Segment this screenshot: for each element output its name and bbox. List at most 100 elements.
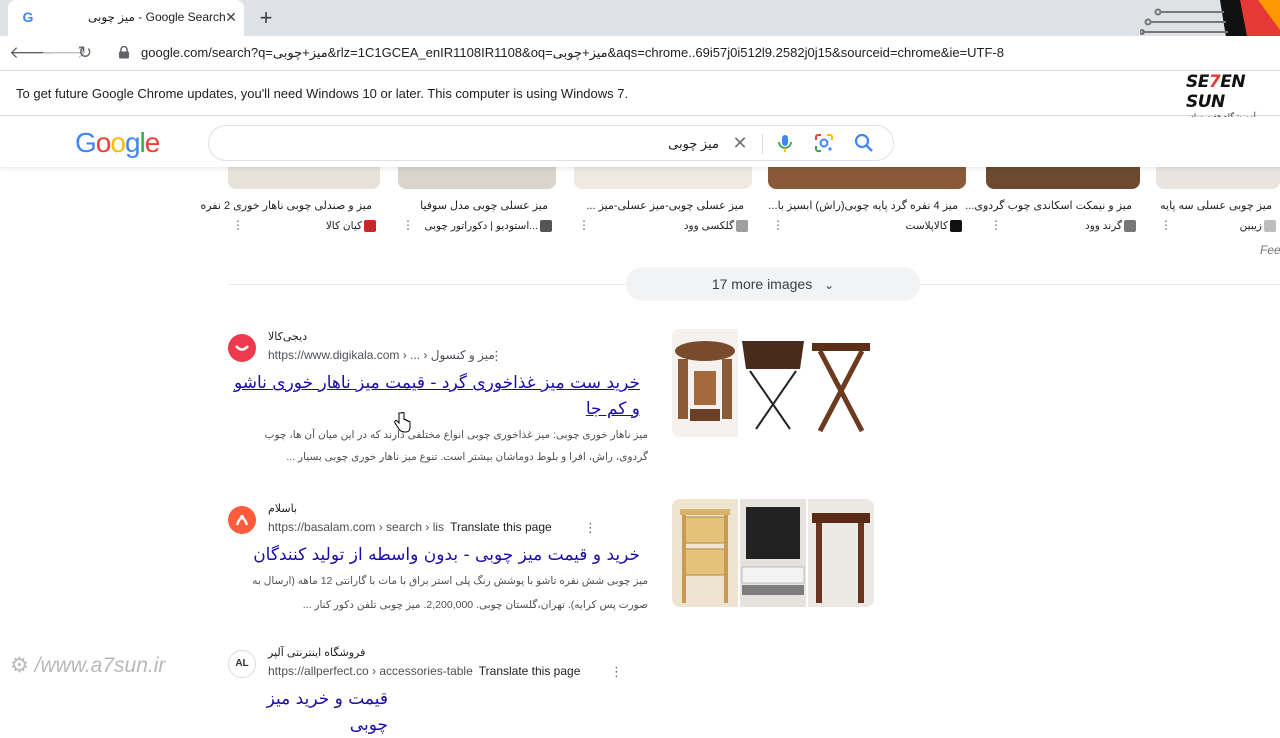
result-snippet-line: میز چوبی شش نفره تاشو با پوشش رنگ پلی اس… xyxy=(252,575,648,587)
image-caption[interactable]: میز و صندلی چوبی ناهار خوری 2 نفره xyxy=(200,199,372,212)
search-icon[interactable] xyxy=(853,132,875,154)
image-result-card[interactable]: میز عسلی چوبی مدل سوفیا ...استودیو | دکور… xyxy=(398,167,556,237)
result-site-name[interactable]: باسلام xyxy=(268,502,297,515)
digikala-favicon-icon xyxy=(228,334,256,362)
translate-link[interactable]: Translate this page xyxy=(479,664,581,678)
forward-arrow-icon[interactable]: 🡒 xyxy=(41,40,87,66)
google-logo-letter: g xyxy=(124,127,141,158)
result-site-name[interactable]: فروشگاه اینترنتی آلپر xyxy=(268,646,365,659)
result-snippet-line: صورت پس کرایه). تهران،گلستان چوبی. 2,200… xyxy=(302,599,648,611)
source-favicon-icon xyxy=(364,220,376,232)
url-text[interactable]: google.com/search?q=میز+چوبی&rlz=1C1GCEA… xyxy=(141,45,1004,61)
image-thumbnail[interactable] xyxy=(228,167,380,189)
feedback-link[interactable]: Fee xyxy=(1260,243,1280,257)
more-options-icon[interactable]: ⋮ xyxy=(584,521,597,535)
lock-icon xyxy=(119,46,129,59)
google-logo[interactable]: Google xyxy=(75,127,161,159)
image-source[interactable]: گرند وود xyxy=(1085,220,1122,232)
reload-icon[interactable]: ↻ xyxy=(72,40,98,66)
round-table-image[interactable] xyxy=(672,329,738,437)
image-result-card[interactable]: میز و نیمکت اسکاندی چوب گردوی... گرند وود… xyxy=(965,167,1140,237)
image-result-card[interactable]: میز چوبی عسلی سه پایه زیبین ⋮ xyxy=(1156,167,1280,237)
image-thumbnail[interactable] xyxy=(986,167,1140,189)
result-site-name[interactable]: دیجی‌کالا xyxy=(268,330,307,343)
result-snippet-line: میز ناهار خوری چوبی: میز غذاخوری چوبی ان… xyxy=(264,429,648,441)
chevron-down-icon: ⌄ xyxy=(824,278,835,292)
image-thumbnail[interactable] xyxy=(398,167,556,189)
folding-table-image[interactable] xyxy=(740,329,806,437)
camera-icon: ⚙ xyxy=(10,654,29,677)
image-result-card[interactable]: میز و صندلی چوبی ناهار خوری 2 نفره کیان ک… xyxy=(200,167,380,237)
google-logo-letter: o xyxy=(95,127,112,158)
image-result-card[interactable]: میز عسلی چوبی-میز عسلی-میز ... گلکسی وود ⋮ xyxy=(574,167,752,237)
result-cite[interactable]: https://allperfect.co › accessories-tabl… xyxy=(268,664,580,678)
infobar-message: To get future Google Chrome updates, you… xyxy=(16,86,629,101)
google-search-header: Google میز چوبی ✕ xyxy=(0,117,1280,167)
result-title-link[interactable]: خرید و قیمت میز چوبی - بدون واسطه از تول… xyxy=(228,542,640,568)
more-images-label: 17 more images xyxy=(711,276,813,292)
image-thumbnail[interactable] xyxy=(1156,167,1280,189)
nightstand-image[interactable] xyxy=(672,499,738,607)
search-result: باسلام https://basalam.com › search › li… xyxy=(228,502,648,622)
image-source[interactable]: ...استودیو | دکوراتور چوبی xyxy=(424,220,538,232)
allperfect-favicon-icon: AL xyxy=(228,650,256,678)
google-favicon-icon: G xyxy=(22,9,34,25)
more-options-icon[interactable]: ⋮ xyxy=(578,219,590,231)
image-source[interactable]: زیبین xyxy=(1240,220,1262,232)
image-source[interactable]: کالاپلاست xyxy=(906,220,948,232)
more-images-button[interactable]: 17 more images ⌄ xyxy=(626,267,920,301)
tab-close-icon[interactable]: ✕ xyxy=(222,8,240,26)
more-options-icon[interactable]: ⋮ xyxy=(490,349,503,363)
new-tab-button[interactable]: + xyxy=(254,6,278,30)
tab-strip: G میز چوبی - Google Search ✕ + xyxy=(0,0,1280,36)
watermark: ⚙ /www.a7sun.ir xyxy=(10,654,166,677)
image-caption[interactable]: میز عسلی چوبی مدل سوفیا xyxy=(420,199,548,212)
source-favicon-icon xyxy=(540,220,552,232)
address-bar[interactable]: google.com/search?q=میز+چوبی&rlz=1C1GCEA… xyxy=(110,38,1140,68)
search-box[interactable]: میز چوبی ✕ xyxy=(208,125,894,161)
search-result: دیجی‌کالا https://www.digikala.com › ...… xyxy=(228,330,648,470)
image-caption[interactable]: میز 4 نفره گرد پایه چوبی(راش) ابسیز با..… xyxy=(768,199,958,212)
result-cite[interactable]: https://basalam.com › search › lis Transl… xyxy=(268,520,552,534)
image-thumbnail[interactable] xyxy=(768,167,966,189)
result-snippet-line: گردوی، راش، افرا و بلوط دوماشان بیشتر اس… xyxy=(286,451,648,463)
back-arrow-icon[interactable]: 🡐 xyxy=(9,40,55,66)
more-options-icon[interactable]: ⋮ xyxy=(990,219,1002,231)
google-lens-icon[interactable] xyxy=(813,132,835,154)
source-favicon-icon xyxy=(736,220,748,232)
google-logo-letter: e xyxy=(144,127,161,158)
browser-tab[interactable]: G میز چوبی - Google Search ✕ xyxy=(8,0,244,36)
result-cite[interactable]: https://www.digikala.com › ... › میز و ک… xyxy=(268,348,495,362)
microphone-icon[interactable] xyxy=(775,132,795,154)
image-caption[interactable]: میز چوبی عسلی سه پایه xyxy=(1160,199,1272,212)
x-leg-table-image[interactable] xyxy=(808,329,874,437)
result-title-link[interactable]: قیمت و خرید میز چوبی xyxy=(228,686,388,738)
carved-table-image[interactable] xyxy=(808,499,874,607)
update-infobar: To get future Google Chrome updates, you… xyxy=(0,70,1280,116)
search-result: AL فروشگاه اینترنتی آلپر https://allperf… xyxy=(228,646,648,735)
search-input[interactable]: میز چوبی xyxy=(629,136,719,152)
tab-title: میز چوبی - Google Search xyxy=(88,10,226,24)
more-options-icon[interactable]: ⋮ xyxy=(232,219,244,231)
source-favicon-icon xyxy=(950,220,962,232)
image-thumbnail[interactable] xyxy=(574,167,752,189)
image-result-card[interactable]: میز 4 نفره گرد پایه چوبی(راش) ابسیز با..… xyxy=(768,167,966,237)
source-favicon-icon xyxy=(1124,220,1136,232)
image-caption[interactable]: میز عسلی چوبی-میز عسلی-میز ... xyxy=(586,199,744,212)
result-title-link[interactable]: خرید ست میز غذاخوری گرد - قیمت میز ناهار… xyxy=(228,370,640,422)
image-source[interactable]: کیان کالا xyxy=(326,220,362,232)
translate-link[interactable]: Translate this page xyxy=(450,520,552,534)
browser-toolbar: 🡐 🡒 ↻ google.com/search?q=میز+چوبی&rlz=1… xyxy=(0,36,1280,70)
image-source[interactable]: گلکسی وود xyxy=(684,220,734,232)
brand-logo: SE7EN SUN آموزشگاه هفت سان xyxy=(1186,72,1280,121)
clear-search-icon[interactable]: ✕ xyxy=(729,131,751,155)
tv-stand-image[interactable] xyxy=(740,499,806,607)
hand-cursor-icon xyxy=(394,412,411,433)
more-options-icon[interactable]: ⋮ xyxy=(402,219,414,231)
result-images[interactable] xyxy=(672,499,874,607)
more-options-icon[interactable]: ⋮ xyxy=(772,219,784,231)
image-caption[interactable]: میز و نیمکت اسکاندی چوب گردوی... xyxy=(965,199,1132,212)
more-options-icon[interactable]: ⋮ xyxy=(610,665,623,679)
more-options-icon[interactable]: ⋮ xyxy=(1160,219,1172,231)
result-images[interactable] xyxy=(672,329,874,437)
